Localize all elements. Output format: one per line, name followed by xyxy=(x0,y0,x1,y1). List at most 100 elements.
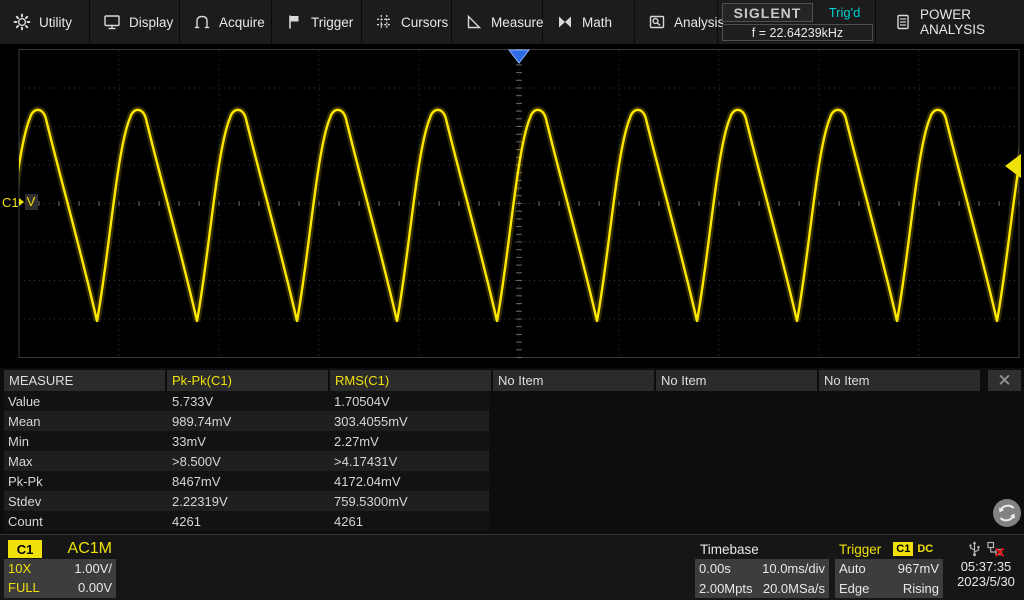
timebase-descriptor[interactable]: Timebase 0.00s 10.0ms/div 2.00Mpts 20.0M… xyxy=(695,539,829,598)
channel1-offset-marker[interactable]: C1 V xyxy=(2,194,39,210)
channel1-offset-label: C1 xyxy=(2,194,19,210)
bowtie-icon xyxy=(559,16,571,28)
table-row-mean: Mean 989.74mV 303.4055mV xyxy=(4,411,489,431)
row-pkpk-value: 33mV xyxy=(172,433,206,449)
row-rms-value: 2.27mV xyxy=(334,433,379,449)
trigger-descriptor[interactable]: Trigger C1 DC Auto 967mV Edge Rising xyxy=(835,539,943,598)
table-row-stdev: Stdev 2.22319V 759.5300mV xyxy=(4,491,489,511)
row-pkpk-value: 2.22319V xyxy=(172,493,228,509)
measure-header-row: MEASURE Pk-Pk(C1) RMS(C1) No Item No Ite… xyxy=(4,370,980,391)
menu-trigger-label: Trigger xyxy=(311,14,354,30)
row-label: Count xyxy=(8,513,43,529)
trigger-level: 967mV xyxy=(897,561,939,577)
measure-col-noitem-1[interactable]: No Item xyxy=(493,370,654,391)
timebase-delay: 0.00s xyxy=(699,561,731,577)
waveform-display[interactable]: C1 V xyxy=(0,44,1024,368)
trigger-source-badge: C1 xyxy=(893,542,914,556)
measure-col-noitem-2[interactable]: No Item xyxy=(656,370,817,391)
lan-disconnected-icon[interactable] xyxy=(987,541,1004,557)
clock-date: 2023/5/30 xyxy=(957,574,1015,589)
measure-col-noitem-3[interactable]: No Item xyxy=(819,370,980,391)
timebase-title: Timebase xyxy=(700,541,759,557)
brand-logo: SIGLENT xyxy=(722,3,813,22)
row-pkpk-value: 989.74mV xyxy=(172,413,232,429)
table-row-count: Count 4261 4261 xyxy=(4,511,489,531)
timebase-scale: 10.0ms/div xyxy=(762,561,825,577)
row-rms-value: 303.4055mV xyxy=(334,413,408,429)
menu-trigger[interactable]: Trigger xyxy=(272,0,362,44)
timebase-samplerate: 20.0MSa/s xyxy=(762,580,825,596)
row-rms-value: >4.17431V xyxy=(334,453,398,469)
channel1-badge[interactable]: C1 xyxy=(8,540,42,558)
menu-math-label: Math xyxy=(582,14,613,30)
waveform-plot-svg xyxy=(18,49,1021,358)
channel1-scale: 1.00V/ xyxy=(74,561,112,576)
clock-panel: 05:37:35 2023/5/30 xyxy=(950,539,1022,598)
row-label: Mean xyxy=(8,413,41,429)
timebase-points: 2.00Mpts xyxy=(699,580,753,596)
menu-display-label: Display xyxy=(129,14,174,30)
measure-col-pkpk[interactable]: Pk-Pk(C1) xyxy=(167,370,328,391)
row-label: Max xyxy=(8,453,33,469)
menu-power-analysis[interactable]: POWER ANALYSIS xyxy=(876,0,1024,44)
measure-col-header: MEASURE xyxy=(4,370,165,391)
menu-analysis-label: Analysis xyxy=(674,14,725,30)
trigger-title: Trigger xyxy=(839,541,882,557)
clock-time: 05:37:35 xyxy=(960,559,1012,574)
channel1-descriptor[interactable]: C1 AC1M 10X 1.00V/ FULL 0.00V xyxy=(4,539,116,598)
channel1-bandwidth: FULL xyxy=(8,580,40,595)
row-rms-value: 759.5300mV xyxy=(334,493,408,509)
row-rms-value: 4172.04mV xyxy=(334,473,401,489)
menu-math[interactable]: Math xyxy=(543,0,635,44)
table-row-pkpk: Pk-Pk 8467mV 4172.04mV xyxy=(4,471,489,491)
channel1-offset-value: 0.00V xyxy=(78,580,112,595)
menu-acquire-label: Acquire xyxy=(219,14,265,30)
trigger-level-marker[interactable] xyxy=(1005,154,1021,178)
measure-col-rms[interactable]: RMS(C1) xyxy=(330,370,491,391)
row-pkpk-value: 4261 xyxy=(172,513,201,529)
menu-power-analysis-label: POWER ANALYSIS xyxy=(920,7,986,37)
menu-measure[interactable]: Measure xyxy=(452,0,544,44)
channel1-coupling: AC1M xyxy=(67,540,112,557)
channel1-unit-label: V xyxy=(24,194,39,210)
row-label: Min xyxy=(8,433,29,449)
menu-cursors[interactable]: Cursors xyxy=(362,0,452,44)
menu-acquire[interactable]: Acquire xyxy=(180,0,272,44)
menu-cursors-label: Cursors xyxy=(401,14,449,30)
row-label: Stdev xyxy=(8,493,42,509)
trigger-type: Edge xyxy=(839,580,870,596)
trigger-mode: Auto xyxy=(839,561,866,577)
menu-utility-label: Utility xyxy=(39,14,72,30)
trigger-position-marker[interactable] xyxy=(507,49,531,64)
table-row-max: Max >8.500V >4.17431V xyxy=(4,451,489,471)
trigger-slope: Rising xyxy=(902,580,939,596)
channel1-offset-arrow-icon xyxy=(18,198,24,206)
row-label: Pk-Pk xyxy=(8,473,43,489)
measure-rows: Value 5.733V 1.70504V Mean 989.74mV 303.… xyxy=(4,391,489,531)
table-row-value: Value 5.733V 1.70504V xyxy=(4,391,489,411)
flag-icon xyxy=(289,15,299,29)
arch-icon xyxy=(194,15,210,29)
gear-icon xyxy=(13,13,31,31)
menu-analysis[interactable]: Analysis xyxy=(635,0,724,44)
measure-close-button[interactable]: ✕ xyxy=(988,370,1021,391)
menu-measure-label: Measure xyxy=(491,14,544,30)
touch-gesture-icon[interactable] xyxy=(992,498,1022,528)
row-pkpk-value: 5.733V xyxy=(172,393,214,409)
row-pkpk-value: 8467mV xyxy=(172,473,221,489)
grid-icon xyxy=(377,15,391,29)
trigger-status-badge: Trig'd xyxy=(828,5,861,20)
usb-icon[interactable] xyxy=(968,541,981,557)
clipboard-icon xyxy=(897,14,909,30)
status-cluster: SIGLENT Trig'd f = 22.64239kHz xyxy=(718,0,876,44)
row-rms-value: 1.70504V xyxy=(334,393,390,409)
table-row-min: Min 33mV 2.27mV xyxy=(4,431,489,451)
oscilloscope-screen: Utility Display Acquire Trigger Cursors … xyxy=(0,0,1024,600)
menu-display[interactable]: Display xyxy=(90,0,180,44)
set-square-icon xyxy=(467,14,482,29)
measure-panel: MEASURE Pk-Pk(C1) RMS(C1) No Item No Ite… xyxy=(0,368,1024,535)
monitor-icon xyxy=(104,15,120,30)
menu-utility[interactable]: Utility xyxy=(0,0,90,44)
menu-bar: Utility Display Acquire Trigger Cursors … xyxy=(0,0,1024,44)
magnifier-box-icon xyxy=(649,15,665,29)
